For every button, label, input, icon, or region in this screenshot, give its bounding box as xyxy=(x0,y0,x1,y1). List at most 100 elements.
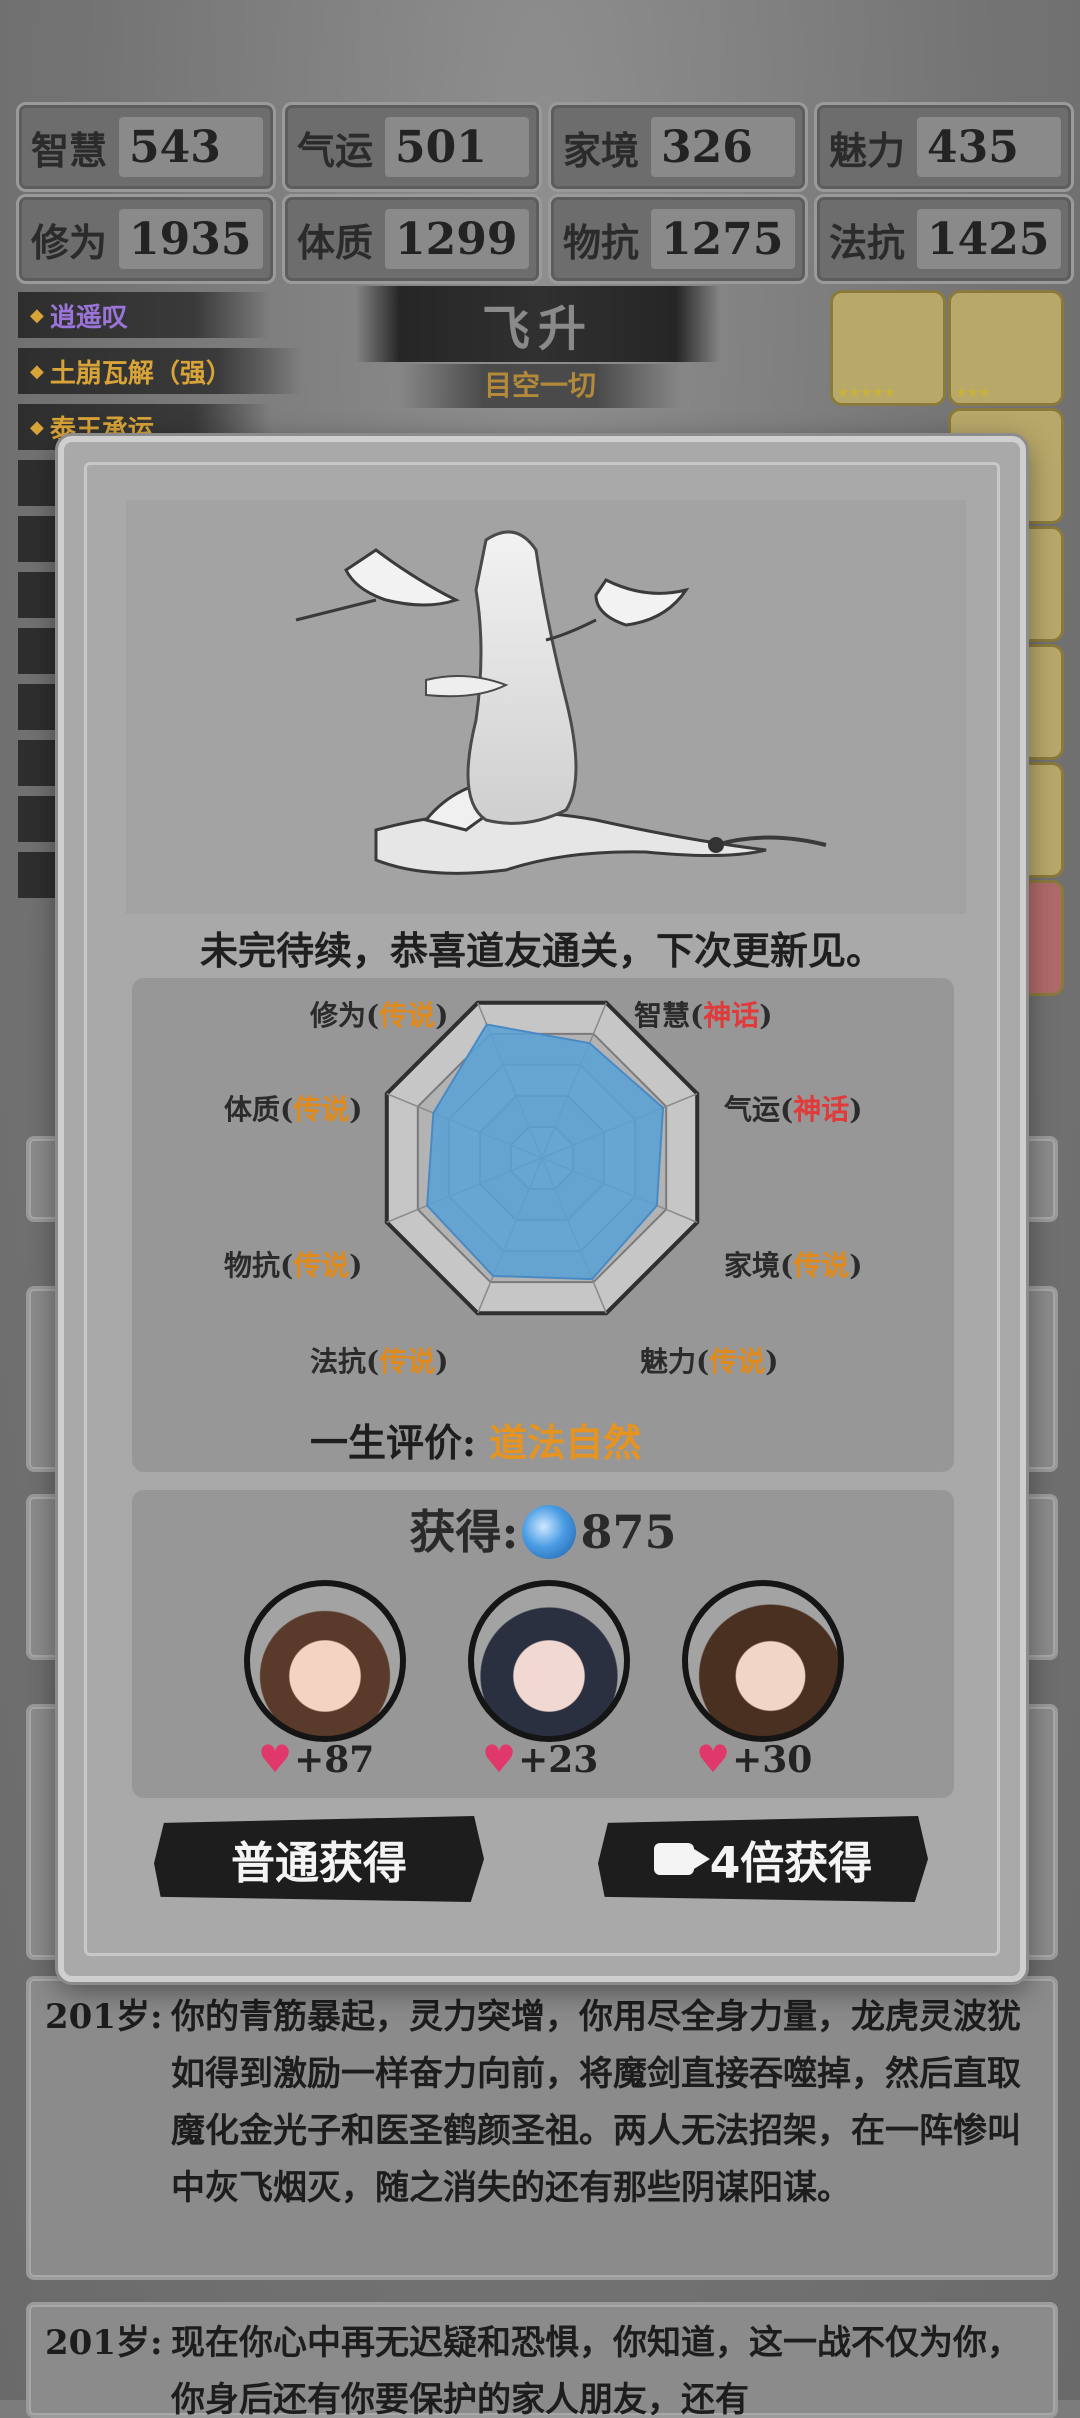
stat-label: 体质 xyxy=(296,219,373,265)
evaluation-value: 道法自然 xyxy=(489,1420,642,1465)
stat-value: 1299 xyxy=(385,209,529,269)
reward-label: 获得: xyxy=(409,1505,519,1559)
companion-avatar[interactable] xyxy=(244,1580,406,1742)
video-camera-icon xyxy=(653,1843,710,1875)
paren-open: ( xyxy=(780,1093,794,1126)
favor-value: +30 xyxy=(732,1739,813,1781)
stage-title: 飞升 xyxy=(356,286,720,362)
paren-close: ) xyxy=(849,1249,863,1282)
paren-close: ) xyxy=(759,999,773,1032)
stat-value: 326 xyxy=(651,117,795,177)
attribute-name: 气运 xyxy=(724,1093,781,1126)
paren-close: ) xyxy=(849,1093,863,1126)
attribute-name: 家境 xyxy=(724,1249,781,1282)
radar-chart xyxy=(384,1000,700,1316)
favor-gain: ♥+30 xyxy=(696,1736,812,1781)
attribute-grade: 传说 xyxy=(709,1345,766,1378)
attribute-grade: 传说 xyxy=(793,1249,850,1282)
stat-label: 气运 xyxy=(296,127,373,173)
stat-box: 修为 1935 xyxy=(16,194,276,284)
normal-claim-button[interactable]: 普通获得 xyxy=(154,1816,484,1902)
reward-amount: 875 xyxy=(580,1505,677,1559)
diamond-icon: ◆ xyxy=(30,360,44,382)
log-age: 201岁: xyxy=(45,1997,163,2037)
paren-open: ( xyxy=(366,1345,380,1378)
attribute-name: 物抗 xyxy=(224,1249,281,1282)
reward-summary: 获得: 875 xyxy=(132,1496,954,1563)
stat-box: 体质 1299 xyxy=(282,194,542,284)
radar-label: 法抗(传说) xyxy=(310,1340,449,1380)
favor-gain: ♥+23 xyxy=(482,1736,598,1781)
talent-tag[interactable]: ◆ 土崩瓦解（强） xyxy=(18,348,302,394)
paren-close: ) xyxy=(435,999,449,1032)
paren-open: ( xyxy=(280,1093,294,1126)
ending-dialog: 未完待续，恭喜道友通关，下次更新见。 修为(传说) 智慧(神话) 气运(神话) 家境(… xyxy=(58,436,1026,1982)
stat-box: 物抗 1275 xyxy=(548,194,808,284)
life-evaluation: 一生评价: 道法自然 xyxy=(310,1412,641,1467)
attribute-grade: 神话 xyxy=(703,999,760,1032)
paren-close: ) xyxy=(435,1345,449,1378)
stat-value: 501 xyxy=(385,117,529,177)
heart-icon: ♥ xyxy=(696,1736,731,1781)
ad-claim-label: 4倍获得 xyxy=(709,1838,873,1889)
radar-label: 魅力(传说) xyxy=(640,1340,779,1380)
stat-box: 气运 501 xyxy=(282,102,542,192)
normal-claim-label: 普通获得 xyxy=(231,1838,407,1889)
item-slot[interactable]: ★★★ xyxy=(948,290,1064,406)
paren-open: ( xyxy=(690,999,704,1032)
stat-value: 543 xyxy=(119,117,263,177)
attribute-name: 魅力 xyxy=(640,1345,697,1378)
favor-gain: ♥+87 xyxy=(258,1736,374,1781)
talent-label: 土崩瓦解（强） xyxy=(49,358,232,389)
stat-label: 家境 xyxy=(562,127,639,173)
radar-label: 智慧(神话) xyxy=(634,994,773,1034)
attribute-name: 智慧 xyxy=(634,999,691,1032)
favor-value: +87 xyxy=(294,1739,375,1781)
talent-tag[interactable]: ◆ 逍遥叹 xyxy=(18,292,270,338)
ad-claim-button[interactable]: 4倍获得 xyxy=(598,1816,928,1902)
stat-value: 1275 xyxy=(651,209,795,269)
stat-box: 法抗 1425 xyxy=(814,194,1074,284)
radar-label: 修为(传说) xyxy=(310,994,449,1034)
paren-open: ( xyxy=(366,999,380,1032)
stat-label: 智慧 xyxy=(30,127,107,173)
companion-avatar[interactable] xyxy=(682,1580,844,1742)
item-slot[interactable]: ★★★★★ xyxy=(830,290,946,406)
stat-box: 魅力 435 xyxy=(814,102,1074,192)
stat-label: 魅力 xyxy=(828,127,905,173)
stat-value: 1935 xyxy=(119,209,263,269)
paren-close: ) xyxy=(765,1345,779,1378)
heart-icon: ♥ xyxy=(258,1736,293,1781)
stage-subtitle: 目空一切 xyxy=(400,364,680,408)
stars-icon: ★★★ xyxy=(955,385,991,401)
radar-label: 体质(传说) xyxy=(224,1088,363,1128)
log-age: 201岁: xyxy=(45,2323,163,2363)
diamond-icon: ◆ xyxy=(30,416,44,438)
radar-label: 气运(神话) xyxy=(724,1088,863,1128)
favor-value: +23 xyxy=(518,1739,599,1781)
talent-label: 逍遥叹 xyxy=(49,302,128,333)
attribute-grade: 传说 xyxy=(293,1093,350,1126)
paren-open: ( xyxy=(280,1249,294,1282)
attribute-grade: 传说 xyxy=(293,1249,350,1282)
stars-icon: ★★★★★ xyxy=(837,385,896,401)
heart-icon: ♥ xyxy=(482,1736,517,1781)
stat-label: 物抗 xyxy=(562,219,639,265)
attribute-grade: 神话 xyxy=(793,1093,850,1126)
attribute-grade: 传说 xyxy=(379,999,436,1032)
log-text: 你的青筋暴起，灵力突增，你用尽全身力量，龙虎灵波犹如得到激励一样奋力向前，将魔剑… xyxy=(171,1997,1021,2208)
radar-label: 物抗(传说) xyxy=(224,1244,363,1284)
stat-box: 家境 326 xyxy=(548,102,808,192)
stat-label: 法抗 xyxy=(828,219,905,265)
stat-box: 智慧 543 xyxy=(16,102,276,192)
paren-close: ) xyxy=(349,1249,363,1282)
attribute-name: 修为 xyxy=(310,999,367,1032)
radar-label: 家境(传说) xyxy=(724,1244,863,1284)
log-card: 201岁: 你的青筋暴起，灵力突增，你用尽全身力量，龙虎灵波犹如得到激励一样奋力… xyxy=(26,1976,1058,2280)
ending-message: 未完待续，恭喜道友通关，下次更新见。 xyxy=(199,928,884,973)
companion-avatar[interactable] xyxy=(468,1580,630,1742)
spirit-orb-icon xyxy=(522,1505,577,1559)
stat-label: 修为 xyxy=(30,219,107,265)
log-card: 201岁: 现在你心中再无迟疑和恐惧，你知道，这一战不仅为你，你身后还有你要保护… xyxy=(26,2302,1058,2418)
paren-open: ( xyxy=(780,1249,794,1282)
